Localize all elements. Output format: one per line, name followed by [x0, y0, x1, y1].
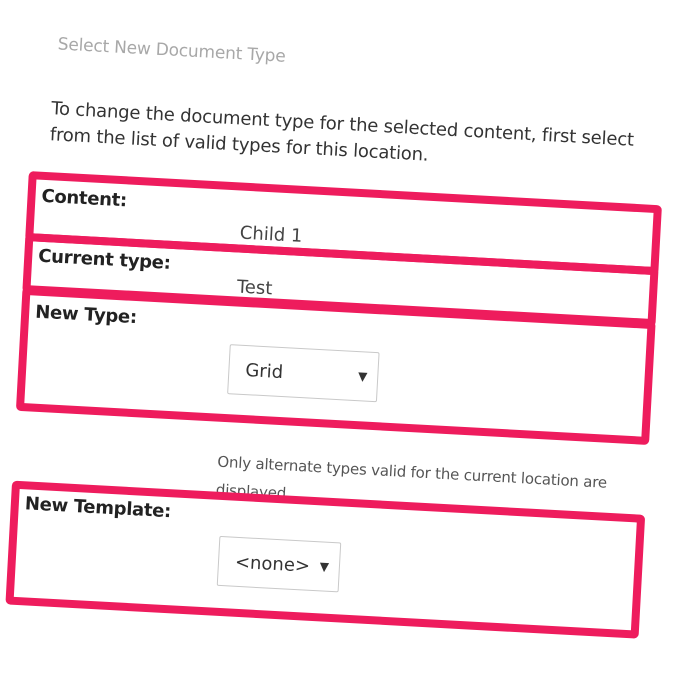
- screenshot-stage: Select New Document Type To change the d…: [0, 0, 700, 700]
- new-template-selected-value: <none>: [234, 551, 311, 577]
- new-type-select[interactable]: Grid ▼: [227, 344, 380, 403]
- caret-down-icon: ▼: [357, 369, 368, 384]
- panel-title: Select New Document Type: [57, 34, 287, 67]
- current-type-value: Test: [236, 276, 273, 300]
- caret-down-icon: ▼: [319, 559, 330, 574]
- intro-text: To change the document type for the sele…: [49, 98, 635, 166]
- new-template-select[interactable]: <none> ▼: [216, 535, 342, 593]
- new-type-selected-value: Grid: [244, 359, 284, 383]
- change-document-type-panel: Select New Document Type To change the d…: [0, 0, 700, 700]
- content-value: Child 1: [239, 222, 303, 247]
